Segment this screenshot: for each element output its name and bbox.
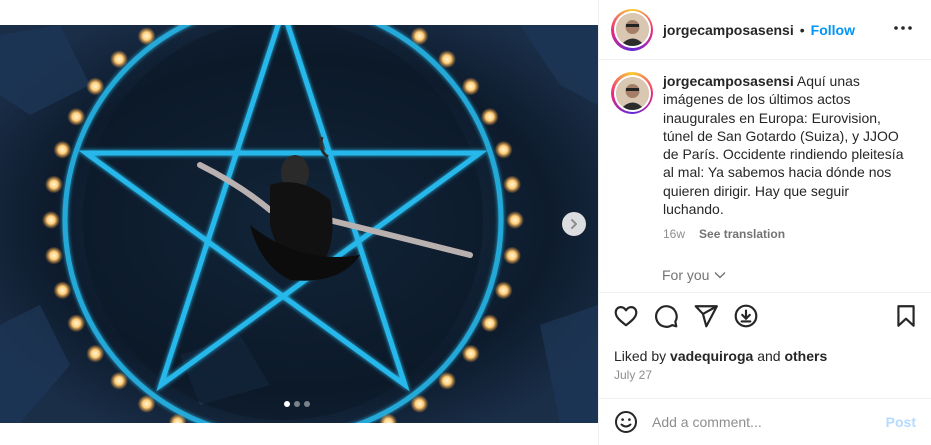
likes-prefix: Liked by — [614, 348, 667, 364]
likes-middle: and — [757, 348, 781, 364]
candle-light — [110, 50, 128, 69]
follow-button[interactable]: Follow — [811, 22, 855, 38]
post-details-panel: jorgecamposasensi • Follow jorgecamposas… — [598, 0, 931, 445]
for-you-dropdown[interactable]: For you — [662, 267, 726, 283]
candle-light — [86, 77, 105, 96]
comment-input[interactable] — [652, 414, 862, 430]
candle-light — [461, 344, 480, 363]
avatar-photo — [615, 13, 649, 46]
caption-text: jorgecamposasensi Aquí unas imágenes de … — [663, 72, 913, 218]
emoji-icon[interactable] — [614, 410, 638, 434]
caption-avatar[interactable] — [611, 72, 653, 114]
candle-light — [67, 314, 86, 333]
post-age[interactable]: 16w — [663, 227, 685, 241]
more-horizontal-icon — [894, 26, 912, 30]
post-date[interactable]: July 27 — [614, 368, 652, 382]
carousel-indicator — [284, 401, 310, 407]
caption-section: jorgecamposasensi Aquí unas imágenes de … — [599, 61, 931, 293]
ritual-scene-image — [0, 25, 598, 423]
candle-light — [67, 107, 86, 126]
candle-light — [494, 281, 513, 300]
avatar[interactable] — [611, 8, 653, 51]
carousel-dot-active — [284, 401, 290, 407]
carousel-dot — [294, 401, 300, 407]
share-button[interactable] — [693, 303, 721, 331]
candle-light — [53, 140, 72, 159]
chevron-down-icon — [714, 272, 726, 279]
bookmark-icon — [897, 305, 915, 327]
candle-light — [53, 281, 72, 300]
candle-light — [410, 27, 429, 46]
like-button[interactable] — [613, 303, 641, 331]
header-username[interactable]: jorgecamposasensi — [663, 22, 794, 38]
heart-icon — [614, 306, 638, 327]
caption-body: Aquí unas imágenes de los últimos actos … — [663, 73, 904, 218]
more-options-button[interactable] — [893, 18, 913, 38]
for-you-label: For you — [662, 267, 710, 283]
download-circle-icon — [734, 304, 758, 328]
likes-summary: Liked by vadequiroga and others — [614, 348, 827, 364]
caption-username[interactable]: jorgecamposasensi — [663, 73, 794, 89]
caption-row: jorgecamposasensi Aquí unas imágenes de … — [599, 61, 931, 218]
download-button[interactable] — [733, 303, 761, 331]
candle-light — [438, 371, 456, 390]
candle-light — [494, 140, 513, 159]
candle-light — [137, 27, 156, 46]
avatar-person-icon — [615, 76, 649, 110]
comment-bar: Post — [599, 398, 931, 445]
post-header: jorgecamposasensi • Follow — [599, 0, 931, 60]
candle-light — [480, 107, 499, 126]
send-icon — [694, 305, 718, 328]
candle-light — [44, 175, 63, 194]
separator-dot: • — [799, 21, 805, 38]
candle-light — [506, 211, 524, 229]
candle-light — [86, 344, 105, 363]
post-media — [0, 0, 598, 445]
next-slide-button[interactable] — [562, 212, 586, 236]
post-actions — [599, 303, 931, 337]
carousel-dot — [304, 401, 310, 407]
avatar-photo — [615, 76, 649, 110]
candle-light — [503, 175, 522, 194]
candle-light — [503, 246, 522, 265]
likes-others-link[interactable]: others — [784, 348, 827, 364]
candle-light — [44, 246, 63, 265]
candle-light — [438, 50, 456, 69]
candle-light — [461, 77, 480, 96]
chevron-right-icon — [571, 219, 577, 229]
comment-button[interactable] — [653, 303, 681, 331]
comment-icon — [655, 305, 678, 328]
avatar-border — [613, 74, 651, 112]
caption-meta: 16w See translation — [663, 227, 785, 241]
candle-light — [480, 314, 499, 333]
candle-light — [110, 371, 128, 390]
avatar-person-icon — [615, 13, 649, 46]
liker-username[interactable]: vadequiroga — [670, 348, 753, 364]
candle-light — [42, 211, 60, 229]
post-photo[interactable] — [0, 25, 598, 423]
candle-light — [137, 394, 156, 413]
candle-light — [410, 394, 429, 413]
save-button[interactable] — [893, 303, 921, 331]
see-translation-link[interactable]: See translation — [699, 227, 785, 241]
post-comment-button[interactable]: Post — [886, 414, 916, 430]
avatar-border — [613, 11, 651, 48]
